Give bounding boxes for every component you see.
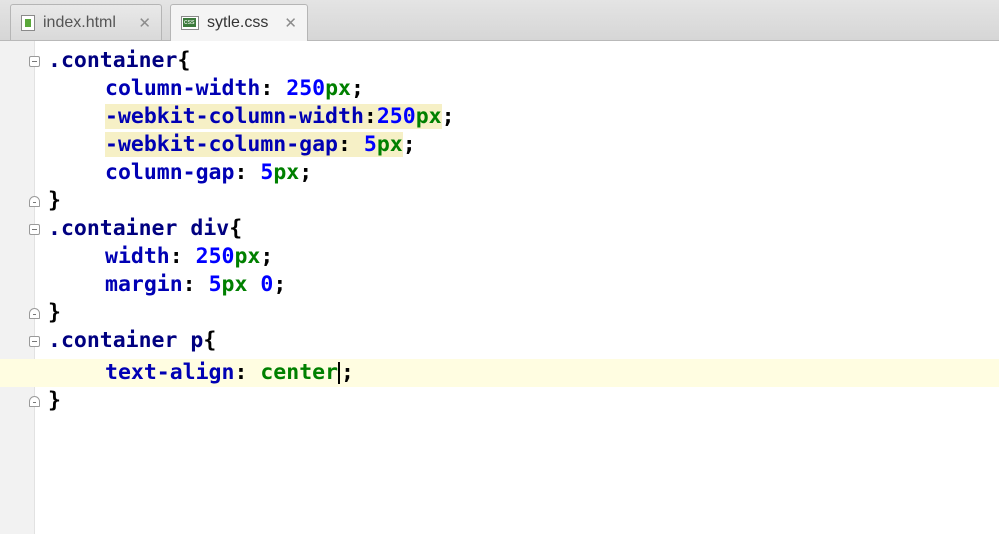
fold-toggle-icon[interactable]: [29, 224, 40, 235]
css-property: margin: [105, 272, 183, 297]
css-number: 5: [260, 160, 274, 185]
tab-sytle-css[interactable]: sytle.css ✕: [170, 4, 308, 41]
css-property: column-gap: [105, 160, 235, 185]
current-code-line: text-align: center;: [0, 359, 999, 387]
css-number: 250: [376, 104, 416, 129]
tab-index-html[interactable]: index.html ✕: [10, 4, 162, 40]
code-line: }: [0, 299, 999, 327]
colon: :: [182, 272, 196, 297]
css-selector: .container p: [48, 328, 204, 353]
css-property: width: [105, 244, 170, 269]
fold-toggle-icon[interactable]: [29, 56, 40, 67]
css-file-icon: [181, 16, 199, 30]
close-brace: }: [48, 300, 61, 325]
css-unit: px: [325, 76, 351, 101]
tab-label: index.html: [43, 13, 116, 31]
css-unit: px: [234, 244, 261, 269]
css-unit: px: [376, 132, 403, 157]
code-line: .container{: [0, 47, 999, 75]
css-selector: .container div: [48, 216, 230, 241]
colon: :: [338, 132, 351, 157]
colon: :: [363, 104, 377, 129]
css-number: 0: [260, 272, 274, 297]
css-keyword-value: center: [260, 360, 339, 385]
close-brace: }: [48, 388, 61, 413]
css-property: -webkit-column-width: [105, 104, 364, 129]
code-line: }: [0, 387, 999, 415]
css-selector: .container: [48, 48, 178, 73]
open-brace: {: [229, 216, 243, 241]
fold-toggle-icon[interactable]: [29, 336, 40, 347]
semicolon: ;: [299, 160, 313, 185]
code-line: .container p{: [0, 327, 999, 355]
semicolon: ;: [402, 132, 416, 157]
fold-end-icon[interactable]: [29, 396, 40, 407]
semicolon: ;: [350, 76, 364, 101]
fold-end-icon[interactable]: [29, 196, 40, 207]
css-number: 250: [195, 244, 235, 269]
css-unit: px: [221, 272, 248, 297]
code-line: }: [0, 187, 999, 215]
semicolon: ;: [341, 360, 354, 385]
css-number: 250: [286, 76, 326, 101]
css-unit: px: [273, 160, 300, 185]
code-line: -webkit-column-gap: 5px;: [0, 131, 999, 159]
fold-end-icon[interactable]: [29, 308, 40, 319]
css-number: 5: [363, 132, 377, 157]
editor-tab-bar: index.html ✕ sytle.css ✕: [0, 0, 999, 41]
code-line: -webkit-column-width:250px;: [0, 103, 999, 131]
colon: :: [234, 360, 248, 385]
code-line: column-width: 250px;: [0, 75, 999, 103]
text-cursor: [338, 362, 341, 384]
open-brace: {: [177, 48, 191, 73]
semicolon: ;: [273, 272, 287, 297]
semicolon: ;: [260, 244, 274, 269]
code-line: margin: 5px 0;: [0, 271, 999, 299]
semicolon: ;: [441, 104, 455, 129]
css-number: 5: [208, 272, 222, 297]
code-editor[interactable]: .container{ column-width: 250px; -webkit…: [0, 41, 999, 534]
html-file-icon: [21, 14, 35, 31]
close-icon[interactable]: ✕: [284, 14, 297, 32]
css-property: -webkit-column-gap: [105, 132, 338, 157]
code-line: column-gap: 5px;: [0, 159, 999, 187]
css-property: text-align: [105, 360, 235, 385]
code-line: .container div{: [0, 215, 999, 243]
colon: :: [234, 160, 248, 185]
code-line: width: 250px;: [0, 243, 999, 271]
tab-label: sytle.css: [207, 14, 269, 31]
css-property: column-width: [105, 76, 261, 101]
close-icon[interactable]: ✕: [138, 14, 151, 32]
open-brace: {: [203, 328, 217, 353]
close-brace: }: [48, 188, 61, 213]
colon: :: [169, 244, 183, 269]
css-unit: px: [415, 104, 442, 129]
colon: :: [260, 76, 274, 101]
